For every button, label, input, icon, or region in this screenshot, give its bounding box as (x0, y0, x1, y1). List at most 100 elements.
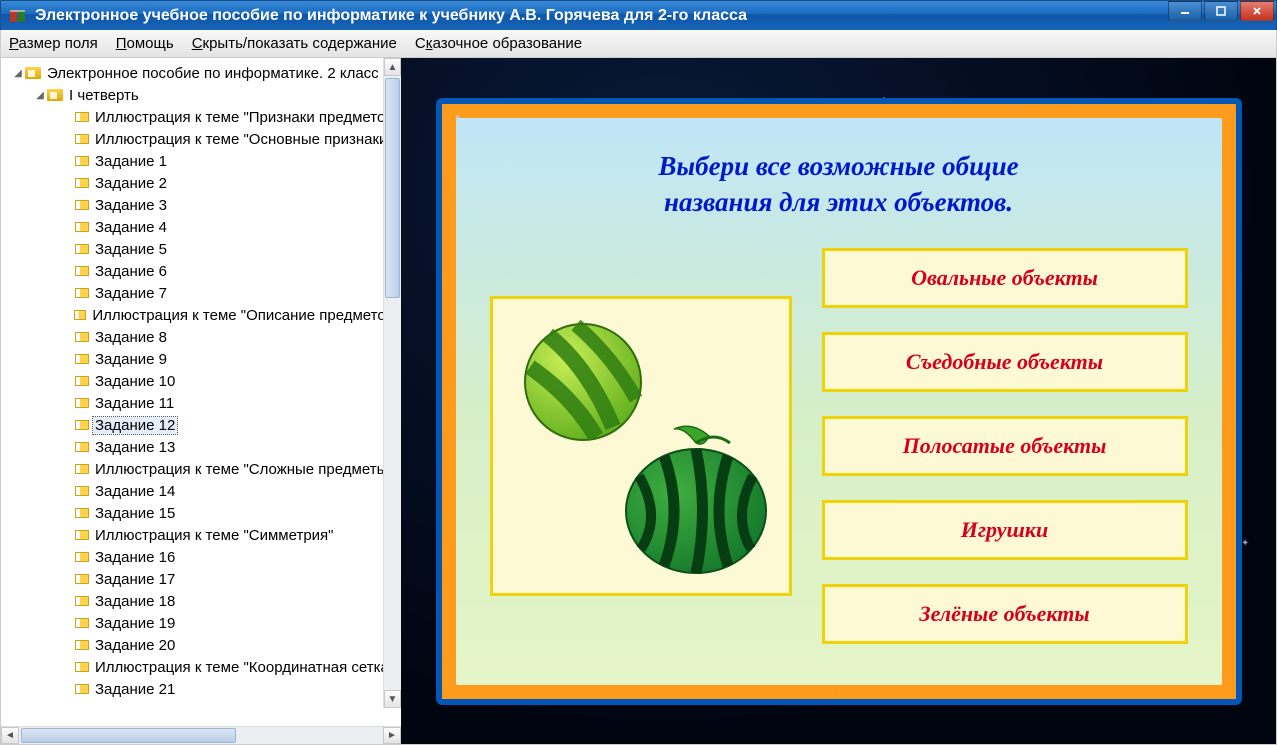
tree-item[interactable]: ◢I четверть (5, 84, 401, 106)
slide: Выбери все возможные общие названия для … (456, 118, 1222, 685)
page-icon (75, 376, 89, 386)
main-area: ◢Электронное пособие по информатике. 2 к… (0, 58, 1277, 745)
sidebar-horizontal-scrollbar[interactable]: ◄ ► (1, 726, 401, 744)
scroll-thumb-vertical[interactable] (385, 78, 400, 298)
scroll-right-button[interactable]: ► (383, 727, 401, 744)
page-icon (75, 420, 89, 430)
scroll-left-button[interactable]: ◄ (1, 727, 19, 744)
answer-option[interactable]: Овальные объекты (822, 248, 1188, 308)
tree-item[interactable]: Задание 16 (5, 546, 401, 568)
question-text: Выбери все возможные общие названия для … (490, 148, 1188, 221)
page-icon (75, 222, 89, 232)
tree-item[interactable]: Задание 19 (5, 612, 401, 634)
tree-item[interactable]: Задание 14 (5, 480, 401, 502)
tree-item[interactable]: Иллюстрация к теме "Сложные предметы" (5, 458, 401, 480)
content-pane: ✦· ·· ·✦ Выбери все возможные общие назв… (401, 58, 1276, 744)
page-icon (75, 178, 89, 188)
tree-item[interactable]: Задание 3 (5, 194, 401, 216)
tree-item[interactable]: Задание 4 (5, 216, 401, 238)
page-icon (74, 310, 87, 320)
tree-item[interactable]: Задание 10 (5, 370, 401, 392)
scroll-up-button[interactable]: ▲ (384, 58, 401, 76)
scroll-down-button[interactable]: ▼ (384, 690, 401, 708)
tree-item-label: Задание 10 (93, 373, 177, 390)
tree-item[interactable]: Иллюстрация к теме "Основные признаки" (5, 128, 401, 150)
tree-item[interactable]: Задание 12 (5, 414, 401, 436)
tree-item-label: Задание 15 (93, 505, 177, 522)
options-list: Овальные объекты Съедобные объекты Полосат… (822, 246, 1188, 658)
sidebar-vertical-scrollbar[interactable]: ▲ ▼ (383, 58, 401, 708)
tree-item-label: Задание 2 (93, 175, 169, 192)
tree-item[interactable]: Задание 11 (5, 392, 401, 414)
sidebar: ◢Электронное пособие по информатике. 2 к… (1, 58, 401, 744)
tree-item[interactable]: Иллюстрация к теме "Описание предметов" (5, 304, 401, 326)
tree-item-label: I четверть (67, 87, 141, 104)
tree-item[interactable]: Задание 20 (5, 634, 401, 656)
page-icon (75, 288, 89, 298)
tree-item[interactable]: Задание 18 (5, 590, 401, 612)
page-icon (75, 442, 89, 452)
answer-option[interactable]: Полосатые объекты (822, 416, 1188, 476)
window-title: Электронное учебное пособие по информати… (35, 7, 747, 25)
tree-item[interactable]: ◢Электронное пособие по информатике. 2 к… (5, 62, 401, 84)
page-icon (75, 112, 89, 122)
menu-item[interactable]: Скрыть/показать содержание (192, 35, 397, 52)
tree-item-label: Задание 21 (93, 681, 177, 698)
tree-item-label: Иллюстрация к теме "Основные признаки" (93, 131, 395, 148)
maximize-button[interactable] (1204, 1, 1238, 21)
tree-item-label: Задание 9 (93, 351, 169, 368)
tree-item-label: Задание 3 (93, 197, 169, 214)
tree-item[interactable]: Задание 17 (5, 568, 401, 590)
tree-item-label: Иллюстрация к теме "Симметрия" (93, 527, 336, 544)
tree-item-label: Задание 4 (93, 219, 169, 236)
page-icon (75, 662, 89, 672)
watermelon-icon (614, 421, 774, 581)
answer-option[interactable]: Зелёные объекты (822, 584, 1188, 644)
tree-item-label: Задание 20 (93, 637, 177, 654)
minimize-button[interactable] (1168, 1, 1202, 21)
menu-item[interactable]: Размер поля (9, 35, 98, 52)
menu-item[interactable]: Сказочное образование (415, 35, 582, 52)
tree-item[interactable]: Иллюстрация к теме "Координатная сетка" (5, 656, 401, 678)
tree-item[interactable]: Иллюстрация к теме "Признаки предметов" (5, 106, 401, 128)
tree-item-label: Задание 14 (93, 483, 177, 500)
tree-item[interactable]: Задание 1 (5, 150, 401, 172)
tree-item-label: Задание 1 (93, 153, 169, 170)
tree-item-label: Иллюстрация к теме "Признаки предметов" (93, 109, 401, 126)
page-icon (75, 552, 89, 562)
page-icon (75, 464, 89, 474)
folder-open-icon (47, 89, 63, 101)
answer-option[interactable]: Игрушки (822, 500, 1188, 560)
page-icon (75, 266, 89, 276)
scroll-thumb-horizontal[interactable] (21, 728, 236, 743)
tree-item[interactable]: Задание 15 (5, 502, 401, 524)
menubar: Размер поля Помощь Скрыть/показать содержа… (0, 30, 1277, 58)
tree-item-label: Задание 11 (93, 395, 176, 412)
tree-item-label: Иллюстрация к теме "Координатная сетка" (93, 659, 396, 676)
tree-item-label: Иллюстрация к теме "Сложные предметы" (93, 461, 395, 478)
app-icon (9, 7, 27, 25)
tree-item[interactable]: Задание 9 (5, 348, 401, 370)
tree-item[interactable]: Задание 7 (5, 282, 401, 304)
tree-item[interactable]: Задание 5 (5, 238, 401, 260)
close-button[interactable] (1240, 1, 1274, 21)
tree-item[interactable]: Задание 6 (5, 260, 401, 282)
tree-item-label: Иллюстрация к теме "Описание предметов" (90, 307, 401, 324)
menu-item[interactable]: Помощь (116, 35, 174, 52)
tree-item[interactable]: Иллюстрация к теме "Симметрия" (5, 524, 401, 546)
tree-item[interactable]: Задание 8 (5, 326, 401, 348)
tree-item[interactable]: Задание 21 (5, 678, 401, 700)
tree-item-label: Задание 13 (93, 439, 177, 456)
tree-item[interactable]: Задание 2 (5, 172, 401, 194)
tree-item-label: Электронное пособие по информатике. 2 кл… (45, 65, 381, 82)
tree-item-label: Задание 17 (93, 571, 177, 588)
page-icon (75, 486, 89, 496)
tree-item-label: Задание 8 (93, 329, 169, 346)
tree-item[interactable]: Задание 13 (5, 436, 401, 458)
page-icon (75, 530, 89, 540)
page-icon (75, 134, 89, 144)
answer-option[interactable]: Съедобные объекты (822, 332, 1188, 392)
page-icon (75, 618, 89, 628)
page-icon (75, 244, 89, 254)
page-icon (75, 354, 89, 364)
